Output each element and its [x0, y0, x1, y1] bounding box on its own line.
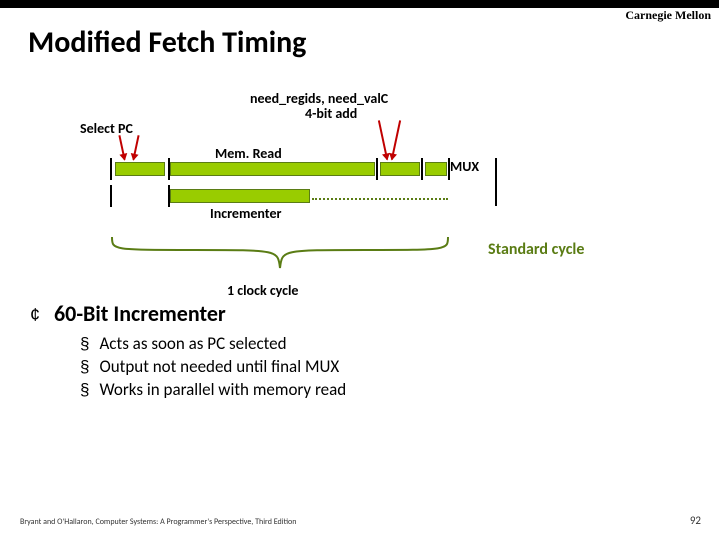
bar-incrementer — [170, 189, 310, 203]
dotted-extension — [312, 198, 448, 200]
label-mux: MUX — [450, 158, 479, 175]
label-clock-cycle: 1 clock cycle — [227, 282, 298, 299]
heading-text: 60-Bit Incrementer — [54, 300, 226, 327]
tick-standard — [495, 158, 497, 206]
label-standard-cycle: Standard cycle — [488, 240, 584, 259]
slide-title: Modified Fetch Timing — [28, 24, 306, 61]
square-bullet-icon: § — [80, 357, 89, 377]
timing-diagram: Select PC need_regids, need_valC 4-bit a… — [80, 80, 640, 280]
top-bar — [0, 0, 719, 8]
content-area: ¢ 60-Bit Incrementer § Acts as soon as P… — [30, 300, 670, 402]
tick — [168, 185, 170, 207]
page-number: 92 — [690, 514, 701, 527]
tick — [421, 158, 423, 180]
square-bullet-icon: § — [80, 380, 89, 400]
arrow-icon — [378, 120, 388, 160]
bullet-heading: ¢ 60-Bit Incrementer — [30, 300, 670, 327]
list-item-text: Works in parallel with memory read — [99, 379, 346, 400]
institution-header: Carnegie Mellon — [625, 8, 711, 23]
list-item: § Output not needed until final MUX — [80, 356, 670, 377]
list-item-text: Acts as soon as PC selected — [99, 333, 286, 354]
arrow-icon — [118, 135, 125, 160]
label-select-pc: Select PC — [80, 120, 133, 137]
tick — [110, 158, 112, 180]
tick — [376, 158, 378, 180]
brace-icon — [110, 235, 450, 270]
arrow-icon — [132, 135, 139, 160]
arrow-icon — [391, 120, 401, 160]
tick — [168, 158, 170, 180]
list-item: § Acts as soon as PC selected — [80, 333, 670, 354]
bar-mux — [425, 162, 447, 176]
sub-bullet-list: § Acts as soon as PC selected § Output n… — [80, 333, 670, 400]
label-mem-read: Mem. Read — [215, 145, 282, 162]
bar-mem-read — [170, 162, 375, 176]
bar-select-pc — [115, 162, 165, 176]
list-item: § Works in parallel with memory read — [80, 379, 670, 400]
label-incrementer: Incrementer — [210, 205, 282, 222]
tick — [448, 158, 450, 180]
footer-citation: Bryant and O'Hallaron, Computer Systems:… — [20, 517, 296, 527]
bullet-marker-icon: ¢ — [30, 305, 40, 326]
bar-add — [380, 162, 420, 176]
square-bullet-icon: § — [80, 334, 89, 354]
list-item-text: Output not needed until final MUX — [99, 356, 339, 377]
label-4bit-add: 4-bit add — [305, 105, 357, 122]
tick — [110, 185, 112, 207]
